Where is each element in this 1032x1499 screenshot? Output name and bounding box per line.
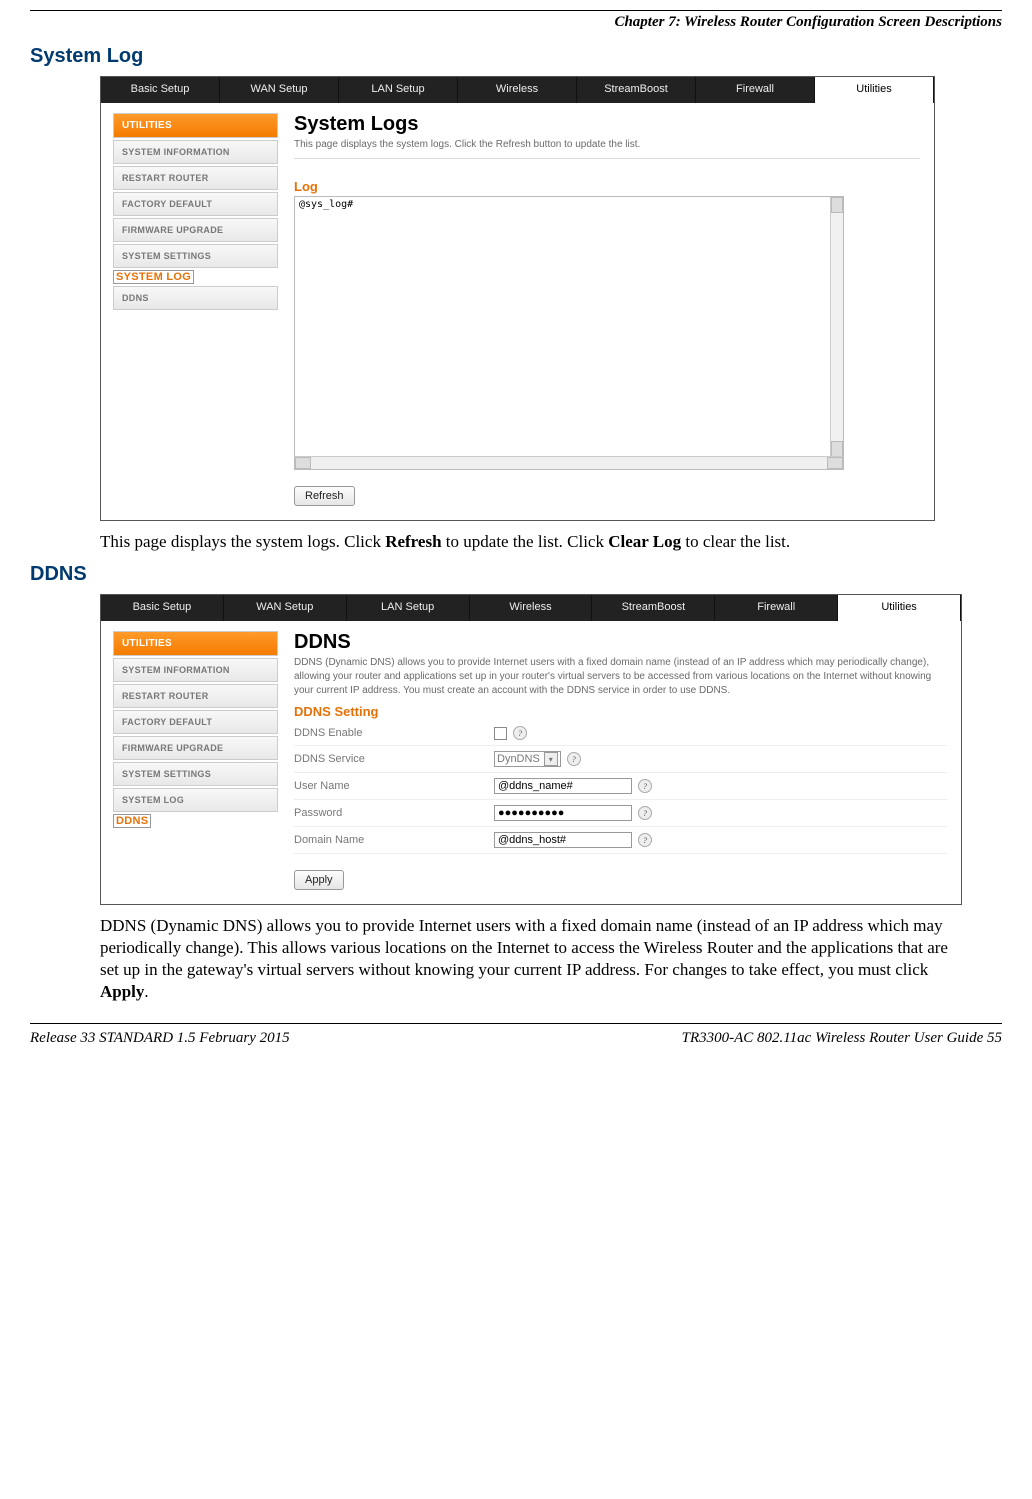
tab-utilities[interactable]: Utilities — [838, 595, 961, 621]
tab-basic-setup[interactable]: Basic Setup — [101, 595, 224, 621]
apply-button[interactable]: Apply — [294, 870, 344, 890]
label-ddns-service: DDNS Service — [294, 753, 494, 765]
chevron-down-icon: ▾ — [544, 752, 558, 766]
header-rule — [30, 10, 1002, 11]
help-icon[interactable]: ? — [638, 779, 652, 793]
section-log: Log — [294, 179, 920, 194]
sidebar-head: UTILITIES — [113, 631, 278, 656]
sidebar-item-system-settings[interactable]: SYSTEM SETTINGS — [113, 244, 278, 268]
tab-streamboost[interactable]: StreamBoost — [577, 77, 696, 103]
password-input[interactable]: ●●●●●●●●●● — [494, 805, 632, 821]
sidebar-item-system-information[interactable]: SYSTEM INFORMATION — [113, 658, 278, 682]
row-ddns-service: DDNS Service DynDNS ▾ ? — [294, 746, 947, 773]
label-domain-name: Domain Name — [294, 834, 494, 846]
sidebar-item-factory-default[interactable]: FACTORY DEFAULT — [113, 710, 278, 734]
horizontal-scrollbar[interactable] — [295, 456, 843, 469]
sidebar-item-firmware-upgrade[interactable]: FIRMWARE UPGRADE — [113, 218, 278, 242]
help-icon[interactable]: ? — [638, 833, 652, 847]
sidebar-head: UTILITIES — [113, 113, 278, 138]
ddns-service-value: DynDNS — [497, 753, 540, 765]
screenshot-system-log: Basic Setup WAN Setup LAN Setup Wireless… — [100, 76, 935, 521]
content-title: System Logs — [294, 113, 920, 136]
sidebar: UTILITIES SYSTEM INFORMATION RESTART ROU… — [101, 621, 286, 904]
sidebar-item-system-log[interactable]: SYSTEM LOG — [113, 270, 194, 284]
content-title: DDNS — [294, 631, 947, 654]
vertical-scrollbar[interactable] — [830, 197, 843, 457]
top-nav: Basic Setup WAN Setup LAN Setup Wireless… — [101, 595, 961, 621]
row-ddns-enable: DDNS Enable ? — [294, 721, 947, 746]
refresh-button[interactable]: Refresh — [294, 486, 355, 506]
sidebar-item-system-settings[interactable]: SYSTEM SETTINGS — [113, 762, 278, 786]
sidebar-item-ddns[interactable]: DDNS — [113, 286, 278, 310]
label-user-name: User Name — [294, 780, 494, 792]
heading-ddns: DDNS — [30, 563, 1002, 586]
row-password: Password ●●●●●●●●●● ? — [294, 800, 947, 827]
user-name-input[interactable]: @ddns_name# — [494, 778, 632, 794]
sidebar-item-system-information[interactable]: SYSTEM INFORMATION — [113, 140, 278, 164]
help-icon[interactable]: ? — [513, 726, 527, 740]
page-footer: Release 33 STANDARD 1.5 February 2015 TR… — [30, 1023, 1002, 1047]
tab-lan-setup[interactable]: LAN Setup — [339, 77, 458, 103]
content-subtitle: DDNS (Dynamic DNS) allows you to provide… — [294, 656, 947, 698]
page-header: Chapter 7: Wireless Router Configuration… — [30, 14, 1002, 31]
label-ddns-enable: DDNS Enable — [294, 727, 494, 739]
content-subtitle: This page displays the system logs. Clic… — [294, 138, 920, 152]
tab-firewall[interactable]: Firewall — [696, 77, 815, 103]
tab-streamboost[interactable]: StreamBoost — [592, 595, 715, 621]
tab-lan-setup[interactable]: LAN Setup — [347, 595, 470, 621]
top-nav: Basic Setup WAN Setup LAN Setup Wireless… — [101, 77, 934, 103]
label-password: Password — [294, 807, 494, 819]
domain-name-input[interactable]: @ddns_host# — [494, 832, 632, 848]
screenshot-ddns: Basic Setup WAN Setup LAN Setup Wireless… — [100, 594, 962, 905]
sidebar-item-factory-default[interactable]: FACTORY DEFAULT — [113, 192, 278, 216]
ddns-description: DDNS (Dynamic DNS) allows you to provide… — [100, 915, 970, 1003]
section-ddns-setting: DDNS Setting — [294, 704, 947, 719]
scroll-left-icon[interactable] — [295, 457, 311, 469]
scroll-up-icon[interactable] — [831, 197, 843, 213]
tab-wireless[interactable]: Wireless — [458, 77, 577, 103]
scroll-down-icon[interactable] — [831, 441, 843, 457]
footer-left: Release 33 STANDARD 1.5 February 2015 — [30, 1030, 290, 1047]
ddns-enable-checkbox[interactable] — [494, 727, 507, 740]
tab-utilities[interactable]: Utilities — [815, 77, 934, 103]
heading-system-log: System Log — [30, 45, 1002, 68]
log-text: @sys_log# — [299, 199, 353, 210]
help-icon[interactable]: ? — [638, 806, 652, 820]
footer-right: TR3300-AC 802.11ac Wireless Router User … — [682, 1030, 1002, 1047]
row-domain-name: Domain Name @ddns_host# ? — [294, 827, 947, 854]
scroll-right-icon[interactable] — [827, 457, 843, 469]
sidebar-item-firmware-upgrade[interactable]: FIRMWARE UPGRADE — [113, 736, 278, 760]
tab-wan-setup[interactable]: WAN Setup — [220, 77, 339, 103]
tab-basic-setup[interactable]: Basic Setup — [101, 77, 220, 103]
sidebar-item-ddns[interactable]: DDNS — [113, 814, 151, 828]
sidebar: UTILITIES SYSTEM INFORMATION RESTART ROU… — [101, 103, 286, 520]
sidebar-item-restart-router[interactable]: RESTART ROUTER — [113, 684, 278, 708]
tab-wireless[interactable]: Wireless — [470, 595, 593, 621]
tab-firewall[interactable]: Firewall — [715, 595, 838, 621]
row-user-name: User Name @ddns_name# ? — [294, 773, 947, 800]
help-icon[interactable]: ? — [567, 752, 581, 766]
tab-wan-setup[interactable]: WAN Setup — [224, 595, 347, 621]
sidebar-item-system-log[interactable]: SYSTEM LOG — [113, 788, 278, 812]
divider — [294, 158, 920, 159]
log-textarea[interactable]: @sys_log# — [294, 196, 844, 470]
sidebar-item-restart-router[interactable]: RESTART ROUTER — [113, 166, 278, 190]
ddns-service-select[interactable]: DynDNS ▾ — [494, 751, 561, 767]
system-log-description: This page displays the system logs. Clic… — [100, 531, 970, 553]
